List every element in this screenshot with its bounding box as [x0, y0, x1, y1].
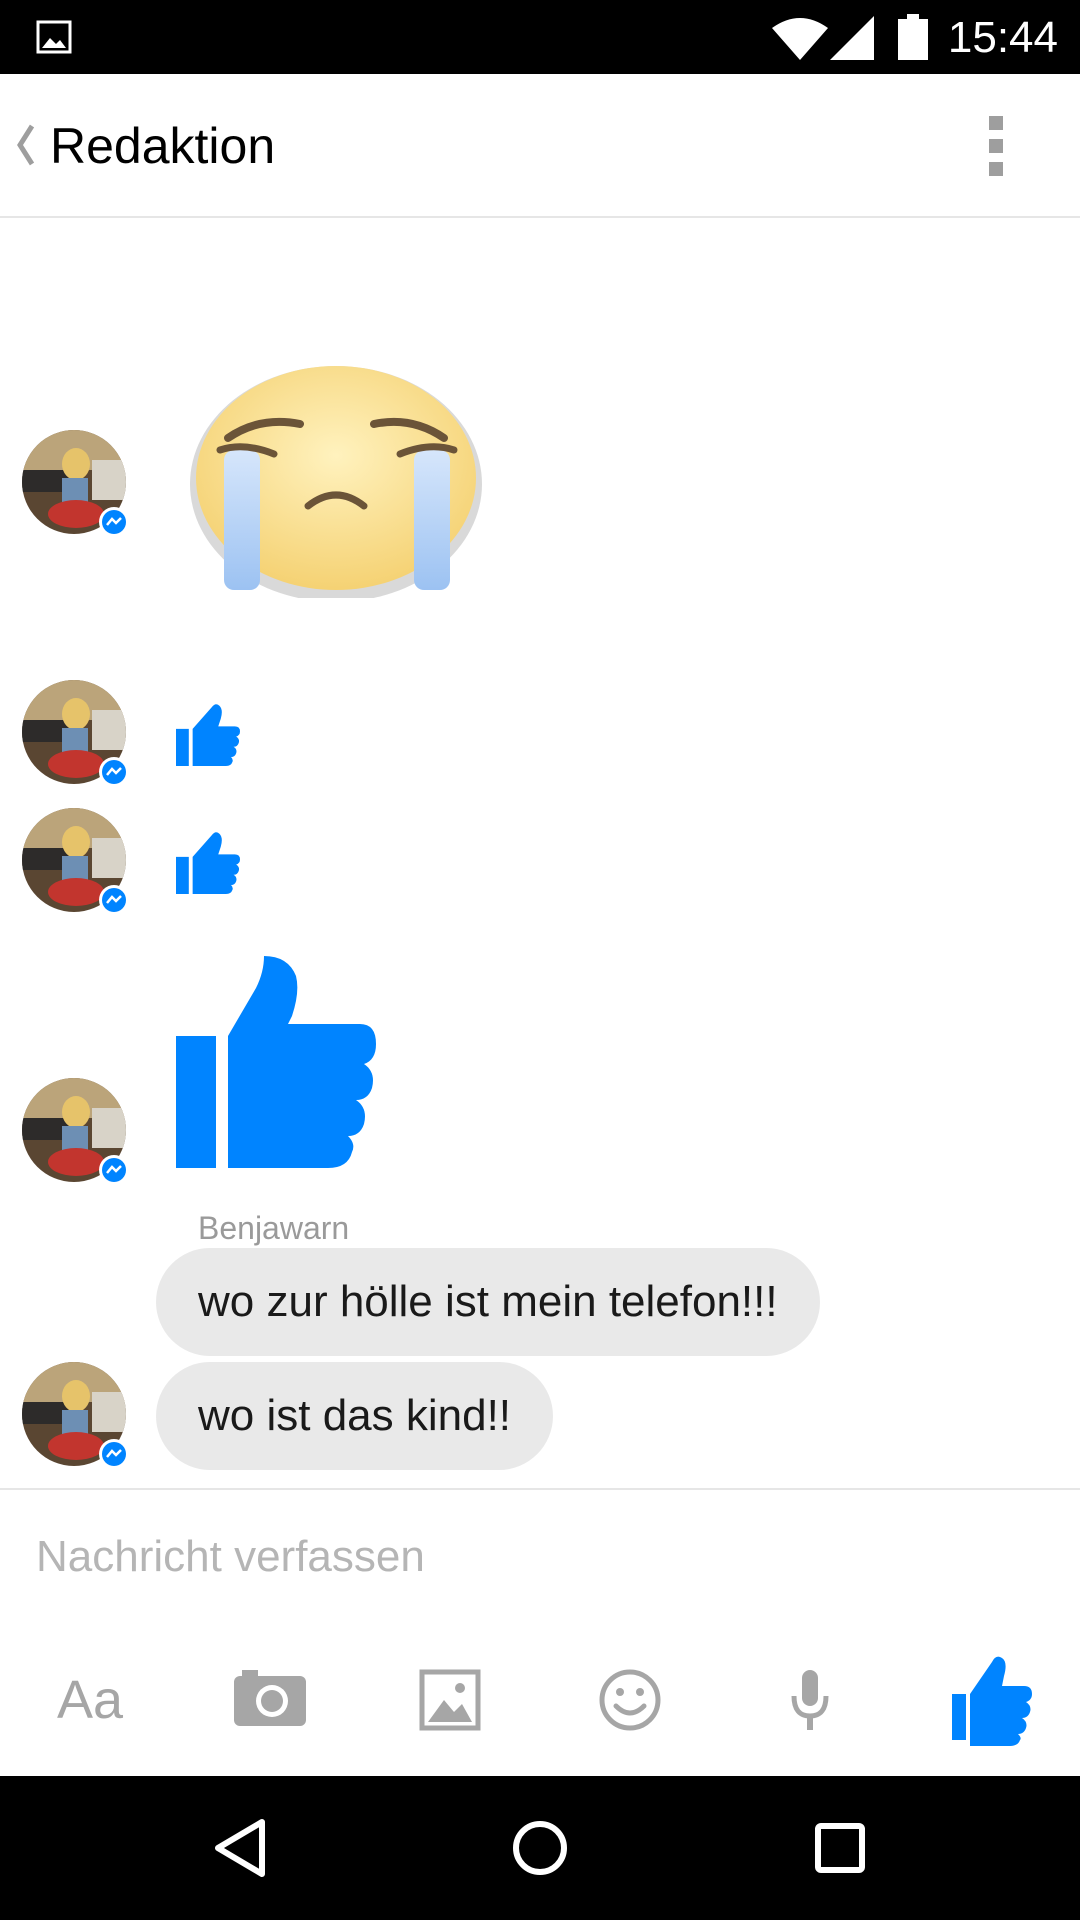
conversation-header: Redaktion: [0, 74, 1080, 218]
like-icon[interactable]: [176, 702, 240, 766]
back-nav-icon[interactable]: [190, 1798, 290, 1898]
like-button-icon[interactable]: [940, 1650, 1040, 1750]
conversation-title[interactable]: Redaktion: [50, 116, 275, 176]
avatar[interactable]: [22, 430, 130, 538]
navigation-bar: [0, 1776, 1080, 1920]
wifi-icon: [772, 18, 828, 60]
status-bar: 15:44: [0, 0, 1080, 74]
composer: Nachricht verfassen Aa: [0, 1488, 1080, 1776]
like-icon[interactable]: [176, 830, 240, 894]
text-format-icon[interactable]: Aa: [40, 1650, 140, 1750]
avatar[interactable]: [22, 1078, 130, 1186]
message-row: [0, 956, 1080, 1188]
cell-signal-icon: [830, 16, 874, 60]
avatar[interactable]: [22, 680, 130, 788]
image-notification-icon: [36, 20, 72, 54]
camera-icon[interactable]: [220, 1650, 320, 1750]
crying-face-sticker[interactable]: [190, 358, 490, 598]
emoji-icon[interactable]: [580, 1650, 680, 1750]
message-list[interactable]: Benjawarn wo zur hölle ist mein telefon!…: [0, 218, 1080, 1488]
overflow-menu-icon[interactable]: [986, 116, 1006, 180]
recents-nav-icon[interactable]: [790, 1798, 890, 1898]
gallery-icon[interactable]: [400, 1650, 500, 1750]
message-bubble[interactable]: wo zur hölle ist mein telefon!!!: [156, 1248, 820, 1356]
home-nav-icon[interactable]: [490, 1798, 590, 1898]
sender-name: Benjawarn: [198, 1210, 350, 1246]
message-row: [0, 358, 1080, 598]
avatar[interactable]: [22, 1362, 130, 1470]
microphone-icon[interactable]: [760, 1650, 860, 1750]
large-like-icon[interactable]: [176, 956, 376, 1168]
message-bubble[interactable]: wo ist das kind!!: [156, 1362, 554, 1470]
avatar[interactable]: [22, 808, 130, 916]
composer-toolbar: Aa: [0, 1650, 1080, 1750]
message-row: [0, 680, 1080, 790]
status-time: 15:44: [947, 13, 1058, 62]
battery-icon: [898, 14, 928, 60]
message-input[interactable]: Nachricht verfassen: [36, 1530, 425, 1584]
chevron-left-icon[interactable]: [10, 120, 40, 170]
message-row: [0, 808, 1080, 918]
